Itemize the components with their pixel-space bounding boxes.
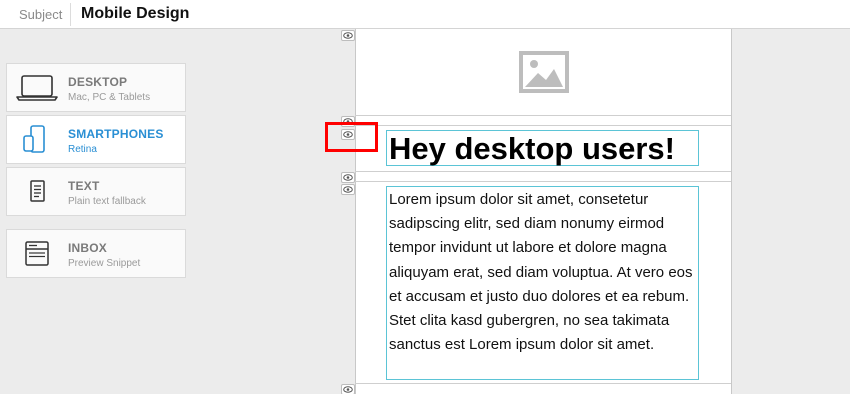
visibility-toggle[interactable] — [341, 30, 355, 41]
canvas-left-border — [355, 29, 356, 394]
device-title: INBOX — [68, 241, 108, 255]
body-text[interactable]: Lorem ipsum dolor sit amet, consetetur s… — [389, 188, 698, 357]
inbox-icon — [15, 238, 59, 270]
eye-icon — [343, 32, 353, 39]
canvas-margin — [731, 29, 850, 394]
subject-label: Subject — [19, 7, 63, 22]
device-subtitle: Preview Snippet — [68, 258, 141, 269]
row-divider — [355, 125, 731, 126]
eye-icon — [343, 386, 353, 393]
device-subtitle: Retina — [68, 144, 97, 155]
heading-text[interactable]: Hey desktop users! — [389, 131, 675, 167]
device-title: SMARTPHONES — [68, 127, 164, 141]
eye-icon — [343, 186, 353, 193]
text-block[interactable]: Lorem ipsum dolor sit amet, consetetur s… — [386, 186, 699, 380]
visibility-toggle[interactable] — [341, 384, 355, 394]
text-document-icon — [15, 176, 59, 208]
device-item-desktop[interactable]: DESKTOP Mac, PC & Tablets — [6, 63, 186, 112]
row-divider — [355, 171, 731, 172]
device-subtitle: Mac, PC & Tablets — [68, 92, 151, 103]
device-title: TEXT — [68, 179, 100, 193]
smartphone-icon — [15, 124, 59, 156]
row-divider — [355, 181, 731, 182]
subject-divider — [70, 3, 71, 26]
device-subtitle: Plain text fallback — [68, 196, 146, 207]
highlight-annotation — [325, 122, 378, 152]
visibility-toggle[interactable] — [341, 172, 355, 183]
visibility-toggle[interactable] — [341, 184, 355, 195]
device-item-text[interactable]: TEXT Plain text fallback — [6, 167, 186, 216]
heading-block[interactable]: Hey desktop users! — [386, 130, 699, 166]
row-divider — [355, 115, 731, 116]
eye-icon — [343, 174, 353, 181]
image-placeholder-icon[interactable] — [519, 51, 569, 93]
row-divider — [355, 383, 731, 384]
device-item-smartphones[interactable]: SMARTPHONES Retina — [6, 115, 186, 164]
subject-bar: Subject Mobile Design — [0, 0, 850, 29]
device-title: DESKTOP — [68, 75, 128, 89]
subject-input[interactable]: Mobile Design — [81, 5, 189, 23]
laptop-icon — [15, 72, 59, 104]
device-item-inbox[interactable]: INBOX Preview Snippet — [6, 229, 186, 278]
canvas-right-border — [731, 29, 732, 394]
